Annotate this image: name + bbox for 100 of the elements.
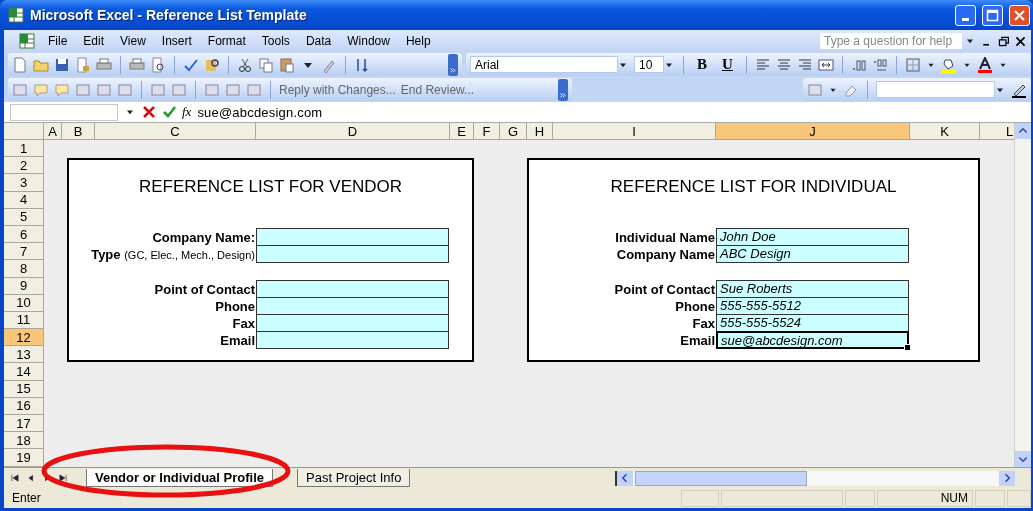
printer-icon[interactable]: [129, 56, 145, 73]
font-color-icon[interactable]: [976, 56, 993, 73]
sort-icon[interactable]: [354, 56, 370, 73]
row-header[interactable]: 13: [4, 346, 44, 364]
status-panel: [681, 489, 719, 507]
field-label: Fax: [231, 316, 256, 333]
last-icon[interactable]: [58, 473, 68, 483]
underline-button[interactable]: U: [717, 56, 738, 73]
check-icon[interactable]: [162, 105, 176, 119]
field-label: Point of Contact: [153, 281, 256, 298]
field-label: Phone: [674, 298, 716, 315]
menu-item[interactable]: File: [40, 32, 76, 50]
end-review-button[interactable]: End Review...: [400, 82, 475, 97]
status-panel: [1007, 489, 1031, 507]
minimize-icon: [962, 17, 969, 21]
status-panel: [845, 489, 875, 507]
restore-icon[interactable]: [997, 34, 1010, 48]
column-header[interactable]: A: [44, 123, 62, 140]
scroll-up-button[interactable]: [1015, 123, 1031, 139]
input-cell[interactable]: [256, 245, 449, 264]
menu-item[interactable]: Format: [199, 32, 254, 50]
font-name-field[interactable]: Arial: [470, 56, 618, 73]
row-header[interactable]: 18: [4, 432, 44, 450]
field-label: Point of Contact: [613, 281, 716, 298]
column-header[interactable]: L: [980, 123, 1014, 140]
column-header[interactable]: K: [910, 123, 980, 140]
menu-item[interactable]: Data: [297, 32, 340, 50]
column-header[interactable]: F: [474, 123, 500, 140]
chevron-icon: [558, 90, 568, 101]
preview-icon[interactable]: [150, 56, 166, 73]
close-button[interactable]: [1009, 4, 1030, 26]
input-cell[interactable]: ABC Design: [716, 245, 909, 264]
formula-field[interactable]: sue@abcdesign.com: [197, 103, 1031, 121]
menu-item[interactable]: Insert: [153, 32, 200, 50]
column-header[interactable]: C: [95, 123, 256, 140]
input-cell[interactable]: [256, 331, 449, 350]
scroll-left-button[interactable]: [617, 470, 634, 486]
help-search-field[interactable]: Type a question for help: [820, 33, 962, 49]
status-text: Enter: [12, 491, 41, 505]
fill-bucket-icon[interactable]: [940, 56, 957, 73]
column-header[interactable]: I: [553, 123, 716, 140]
new-page-icon[interactable]: [12, 56, 28, 73]
column-header[interactable]: G: [500, 123, 527, 140]
column-header[interactable]: E: [450, 123, 474, 140]
input-cell[interactable]: sue@abcdesign.com: [716, 331, 909, 350]
row-header[interactable]: 7: [4, 243, 44, 261]
column-header[interactable]: J: [716, 123, 910, 140]
row-header[interactable]: 8: [4, 260, 44, 278]
input-cell[interactable]: Sue Roberts: [716, 279, 909, 298]
sheet-tab[interactable]: Vendor or Individual Profile: [86, 469, 274, 487]
reply-with-changes-button[interactable]: Reply with Changes...: [279, 82, 396, 97]
printer-icon[interactable]: [96, 56, 112, 73]
scroll-down-button[interactable]: [1015, 451, 1031, 467]
row-header[interactable]: 1: [4, 140, 44, 158]
menu-item[interactable]: View: [112, 32, 154, 50]
sheet-tab[interactable]: Past Project Info: [297, 469, 411, 487]
page-lock-icon[interactable]: [75, 56, 91, 73]
font-size-field[interactable]: 10: [634, 56, 664, 73]
column-header[interactable]: B: [62, 123, 95, 140]
row-header[interactable]: 12: [4, 329, 44, 347]
first-icon[interactable]: [10, 473, 20, 483]
field-label: Company Name:: [151, 230, 256, 247]
align-left-icon[interactable]: [754, 56, 771, 73]
column-header[interactable]: H: [527, 123, 553, 140]
field-label: Company Name: [615, 247, 716, 264]
column-header[interactable]: D: [256, 123, 450, 140]
scroll-right-button[interactable]: [999, 470, 1015, 486]
align-center-icon[interactable]: [775, 56, 792, 73]
input-cell[interactable]: [256, 279, 449, 298]
save-icon[interactable]: [54, 56, 70, 73]
scissors-icon[interactable]: [237, 56, 253, 73]
bold-button[interactable]: B: [692, 56, 712, 73]
copy-icon[interactable]: [258, 56, 274, 73]
field-label: Individual Name: [614, 230, 716, 247]
window-title: Microsoft Excel - Reference List Template: [30, 7, 308, 23]
menu-item[interactable]: Help: [397, 32, 439, 50]
close-icon[interactable]: [1014, 34, 1027, 48]
menu-item[interactable]: Tools: [253, 32, 298, 50]
merge-icon[interactable]: [817, 56, 834, 73]
row-header[interactable]: 3: [4, 174, 44, 192]
row-header[interactable]: 19: [4, 449, 44, 467]
insert-function-button[interactable]: fx: [182, 104, 192, 120]
ink-field[interactable]: [876, 81, 995, 98]
cancel-icon[interactable]: [142, 105, 156, 119]
toolbar-options-button[interactable]: [448, 53, 458, 76]
field-label: Phone: [214, 298, 256, 315]
field-label: Email: [679, 333, 716, 350]
toolbar-options-button[interactable]: [558, 78, 568, 101]
sheet-icon[interactable]: [18, 33, 36, 49]
prev-icon[interactable]: [26, 473, 36, 483]
row-header[interactable]: 14: [4, 363, 44, 381]
maximize-button[interactable]: [982, 4, 1003, 26]
minimize-button[interactable]: [955, 4, 976, 26]
scrollbar-thumb[interactable]: [635, 470, 807, 486]
clipboard-icon[interactable]: [279, 56, 295, 73]
decimal-decrease-icon[interactable]: [871, 56, 888, 73]
row-header[interactable]: 17: [4, 415, 44, 433]
row-header[interactable]: 2: [4, 157, 44, 175]
menu-item[interactable]: Edit: [75, 32, 113, 50]
menu-item[interactable]: Window: [339, 32, 398, 50]
